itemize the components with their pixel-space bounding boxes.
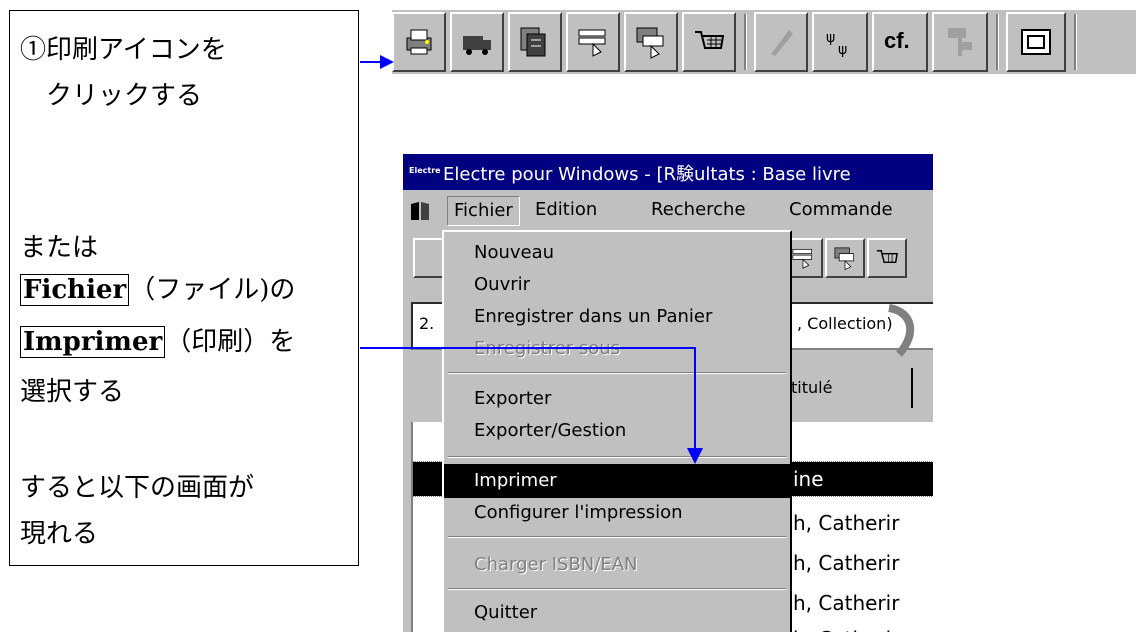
menu-fichier-label: Fichier <box>454 200 513 221</box>
menu-fichier[interactable]: Fichier <box>447 196 520 226</box>
menu-item-exporter-gestion[interactable]: Exporter/Gestion <box>444 414 790 448</box>
cart-icon <box>876 250 898 264</box>
tree-button[interactable] <box>932 12 988 72</box>
menu-edition-label: Edition <box>535 199 598 220</box>
menu-bar: Fichier Edition Recherche Commande <box>403 192 933 228</box>
list-row-text: h, Catherir <box>793 622 899 632</box>
result-line1: すると以下の画面が <box>20 473 255 503</box>
transfer-icon <box>834 247 855 271</box>
order-icon <box>792 248 813 269</box>
title-bar: Electre Electre pour Windows - [R験ultats… <box>403 154 933 190</box>
truck-button[interactable] <box>450 12 504 72</box>
menu-item-nouveau[interactable]: Nouveau <box>444 236 790 270</box>
menu-item-quitter[interactable]: Quitter <box>444 596 790 630</box>
step1-line2: クリックする <box>46 81 203 111</box>
order-button[interactable] <box>566 12 620 72</box>
toolbar: ψψ cf. <box>392 10 1136 74</box>
or-text: または <box>20 233 99 263</box>
tree-icon <box>948 28 972 56</box>
menu-item-label: Enregistrer sous <box>474 338 621 359</box>
toolbar-separator <box>996 14 999 70</box>
menu-separator <box>448 588 786 590</box>
menu-item-label: Imprimer <box>474 470 557 491</box>
menu-separator <box>448 372 786 374</box>
list-row-text: h, Catherir <box>793 511 900 535</box>
menu-item-imprimer[interactable]: Imprimer <box>444 464 790 498</box>
menu-item-label: Ouvrir <box>474 274 531 295</box>
list-row-text: h, Catherir <box>793 591 900 615</box>
window-button[interactable] <box>1006 12 1066 72</box>
menu-item-label: Nouveau <box>474 242 555 263</box>
instruction-box: ①印刷アイコンを クリックする または Fichier （ファイル)の Impri… <box>9 10 359 566</box>
toolbar-separator <box>744 14 747 70</box>
print-button[interactable] <box>392 12 446 72</box>
tab-intitule-label: titulé <box>791 378 833 397</box>
menu-item-enregistrer-panier[interactable]: Enregistrer dans un Panier <box>444 300 790 334</box>
menu-item-charger-isbn: Charger ISBN/EAN <box>444 548 790 582</box>
menu-item-label: Enregistrer dans un Panier <box>474 306 713 327</box>
flower-button[interactable]: ψψ <box>812 12 868 72</box>
imprimer-keyword: Imprimer <box>20 326 166 358</box>
step1-line1: ①印刷アイコンを <box>20 35 227 65</box>
window-cart-button[interactable] <box>867 238 907 278</box>
app-logo: Electre <box>409 166 441 175</box>
menu-item-label: Charger ISBN/EAN <box>474 554 638 575</box>
menu-edition[interactable]: Edition <box>529 196 603 224</box>
menu-item-ouvrir[interactable]: Ouvrir <box>444 268 790 302</box>
print-icon <box>406 29 432 55</box>
window-icon <box>1021 29 1051 55</box>
menu-item-label: Exporter <box>474 388 552 409</box>
window-title: Electre pour Windows - [R験ultats : Base … <box>443 164 851 185</box>
combo-prefix: 2. <box>419 314 435 333</box>
menu-separator <box>448 456 786 458</box>
window-transfer-button[interactable] <box>825 238 865 278</box>
cf-icon: cf. <box>884 28 910 53</box>
result-line2: 現れる <box>20 519 99 549</box>
truck-icon <box>463 36 491 55</box>
menu-recherche[interactable]: Recherche <box>645 196 752 224</box>
pen-button[interactable] <box>754 12 808 72</box>
menu-item-enregistrer-sous: Enregistrer sous <box>444 332 790 366</box>
fichier-keyword: Fichier <box>20 274 130 306</box>
menu-commande[interactable]: Commande <box>783 196 899 224</box>
cart-button[interactable] <box>682 12 736 72</box>
menu-item-label: Quitter <box>474 602 538 623</box>
imprimer-note: （印刷）を <box>165 327 296 357</box>
cf-button[interactable]: cf. <box>872 12 928 72</box>
svg-text:ψ: ψ <box>838 42 847 58</box>
fichier-dropdown-menu: Nouveau Ouvrir Enregistrer dans un Panie… <box>442 230 792 632</box>
menu-item-label: Configurer l'impression <box>474 502 683 523</box>
document-stack-icon <box>520 27 546 57</box>
hook-cursor-icon <box>888 304 915 357</box>
flower-icon: ψψ <box>826 30 847 58</box>
svg-text:ψ: ψ <box>826 30 835 46</box>
transfer-button[interactable] <box>624 12 678 72</box>
transfer-icon <box>636 27 664 59</box>
menu-item-configurer-impression[interactable]: Configurer l'impression <box>444 496 790 530</box>
menu-separator <box>448 536 786 538</box>
fichier-note: （ファイル)の <box>129 275 296 305</box>
cart-icon <box>695 31 725 49</box>
menu-recherche-label: Recherche <box>651 199 746 220</box>
order-icon <box>578 29 606 57</box>
select-text: 選択する <box>20 377 125 407</box>
list-row-text: ine <box>793 467 824 491</box>
pen-icon <box>771 30 793 56</box>
list-row-text: h, Catherir <box>793 551 900 575</box>
tab-intitule[interactable]: titulé <box>791 368 913 408</box>
menu-commande-label: Commande <box>789 199 893 220</box>
menu-item-exporter[interactable]: Exporter <box>444 382 790 416</box>
document-stack-button[interactable] <box>508 12 562 72</box>
toolbar-separator <box>1074 14 1077 70</box>
combo-suffix: , Collection) <box>797 314 893 333</box>
menu-item-label: Exporter/Gestion <box>474 420 627 441</box>
book-icon <box>411 202 429 220</box>
